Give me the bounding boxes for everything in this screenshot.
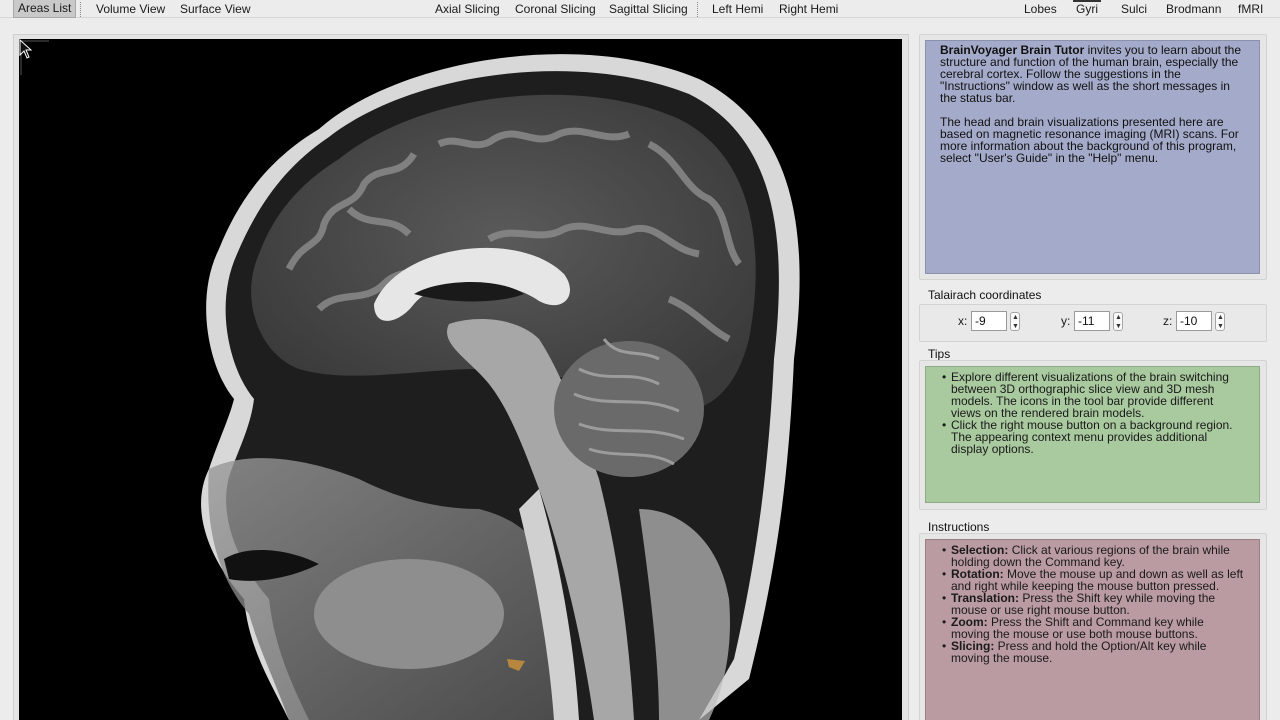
chevron-up-icon[interactable]: ▲: [1217, 314, 1224, 321]
talairach-title: Talairach coordinates: [928, 288, 1042, 302]
cerebellum: [554, 341, 704, 477]
tab-gyri[interactable]: Gyri: [1076, 0, 1098, 18]
tab-coronal-slicing[interactable]: Coronal Slicing: [515, 0, 596, 18]
talairach-coordinates: x: ▲ ▼ y: ▲ ▼ z: ▲ ▼: [919, 304, 1267, 342]
tab-surface-view[interactable]: Surface View: [180, 0, 250, 18]
tab-areas-list[interactable]: Areas List: [13, 0, 77, 18]
tips-panel: Explore different visualizations of the …: [925, 366, 1260, 503]
chevron-up-icon[interactable]: ▲: [1115, 314, 1122, 321]
chevron-down-icon[interactable]: ▼: [1012, 323, 1019, 330]
toolbar-separator: [80, 2, 81, 17]
instructions-title: Instructions: [928, 520, 990, 534]
sagittal-mri-slice: [201, 54, 800, 720]
instructions-list: Selection: Click at various regions of t…: [940, 544, 1245, 664]
instruction-item: Rotation: Move the mouse up and down as …: [940, 568, 1245, 592]
tab-axial-slicing[interactable]: Axial Slicing: [435, 0, 500, 18]
tab-sulci[interactable]: Sulci: [1121, 0, 1147, 18]
tip-item: Click the right mouse button on a backgr…: [940, 419, 1245, 455]
chevron-down-icon[interactable]: ▼: [1115, 323, 1122, 330]
info-paragraph-1: BrainVoyager Brain Tutor invites you to …: [940, 44, 1245, 104]
tab-lobes[interactable]: Lobes: [1024, 0, 1057, 18]
tab-right-hemi[interactable]: Right Hemi: [779, 0, 838, 18]
tab-brodmann[interactable]: Brodmann: [1166, 0, 1221, 18]
y-stepper[interactable]: ▲ ▼: [1113, 312, 1123, 331]
tab-left-hemi[interactable]: Left Hemi: [712, 0, 763, 18]
x-coordinate-field[interactable]: [971, 311, 1007, 331]
info-panel: BrainVoyager Brain Tutor invites you to …: [925, 40, 1260, 274]
tips-list: Explore different visualizations of the …: [940, 371, 1245, 455]
mri-viewer[interactable]: [19, 39, 902, 720]
instruction-item: Translation: Press the Shift key while m…: [940, 592, 1245, 616]
chevron-down-icon[interactable]: ▼: [1217, 323, 1224, 330]
chevron-up-icon[interactable]: ▲: [1012, 314, 1019, 321]
x-stepper[interactable]: ▲ ▼: [1010, 312, 1020, 331]
tab-volume-view[interactable]: Volume View: [96, 0, 165, 18]
y-label: y:: [1061, 314, 1071, 328]
tongue: [314, 559, 504, 669]
toolbar-separator: [697, 2, 698, 17]
instruction-item: Selection: Click at various regions of t…: [940, 544, 1245, 568]
tips-title: Tips: [928, 347, 951, 361]
toolbar: Areas List Volume View Surface View Axia…: [0, 0, 1280, 18]
instruction-text: Press the Shift and Command key while mo…: [951, 615, 1204, 641]
tab-fmri[interactable]: fMRI: [1238, 0, 1263, 18]
mouse-pointer-icon: [19, 39, 33, 59]
z-stepper[interactable]: ▲ ▼: [1215, 312, 1225, 331]
x-label: x:: [958, 314, 968, 328]
instruction-item: Slicing: Press and hold the Option/Alt k…: [940, 640, 1245, 664]
tab-sagittal-slicing[interactable]: Sagittal Slicing: [609, 0, 688, 18]
info-paragraph-2: The head and brain visualizations presen…: [940, 115, 1239, 165]
instructions-panel: Selection: Click at various regions of t…: [925, 539, 1260, 720]
z-coordinate-field[interactable]: [1176, 311, 1212, 331]
z-label: z:: [1163, 314, 1173, 328]
instruction-item: Zoom: Press the Shift and Command key wh…: [940, 616, 1245, 640]
y-coordinate-field[interactable]: [1074, 311, 1110, 331]
tip-item: Explore different visualizations of the …: [940, 371, 1245, 419]
